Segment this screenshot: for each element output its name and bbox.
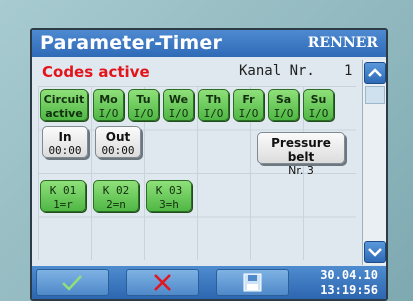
- time-out-label: Out: [105, 130, 131, 144]
- day-name: Tu: [136, 93, 151, 106]
- date-text: 30.04.10: [320, 268, 378, 282]
- day-button-sa[interactable]: Sa I/O: [268, 89, 299, 121]
- code-id: K 01: [49, 184, 77, 197]
- kanal-number: 1: [344, 63, 353, 79]
- day-state: I/O: [133, 107, 154, 120]
- time-in-button[interactable]: In 00:00: [42, 126, 88, 158]
- kanal-label: Kanal Nr.: [239, 63, 315, 79]
- chevron-down-icon: [368, 248, 382, 257]
- vertical-scrollbar[interactable]: [362, 60, 386, 265]
- day-button-we[interactable]: We I/O: [163, 89, 194, 121]
- day-state: I/O: [238, 107, 259, 120]
- day-state: I/O: [98, 107, 119, 120]
- cross-icon: [154, 274, 171, 291]
- day-name: We: [168, 93, 189, 106]
- time-out-button[interactable]: Out 00:00: [95, 126, 141, 158]
- bottom-toolbar: 30.04.10 13:19:56: [32, 266, 386, 299]
- day-button-th[interactable]: Th I/O: [198, 89, 229, 121]
- brand-logo: RENNER: [307, 35, 378, 51]
- codes-active-status: Codes active: [42, 63, 150, 81]
- scroll-down-button[interactable]: [364, 241, 386, 263]
- save-button[interactable]: [216, 269, 289, 296]
- floppy-icon: [243, 273, 262, 292]
- pressure-belt-value: Nr. 3: [288, 164, 314, 177]
- code-id: K 02: [102, 184, 130, 197]
- scroll-up-button[interactable]: [364, 62, 386, 84]
- day-button-tu[interactable]: Tu I/O: [128, 89, 159, 121]
- day-name: Fr: [242, 93, 255, 106]
- day-state: I/O: [308, 107, 329, 120]
- confirm-button[interactable]: [36, 269, 109, 296]
- scroll-thumb[interactable]: [365, 86, 385, 104]
- title-bar: Parameter-Timer RENNER: [32, 30, 386, 57]
- time-in-value: 00:00: [48, 144, 82, 157]
- circuit-label-1: Circuit: [43, 93, 85, 106]
- circuit-active-button[interactable]: Circuit active: [40, 89, 88, 121]
- day-name: Sa: [275, 93, 292, 106]
- chevron-up-icon: [368, 68, 382, 77]
- cancel-button[interactable]: [126, 269, 199, 296]
- day-name: Th: [205, 93, 222, 106]
- day-state: I/O: [168, 107, 189, 120]
- datetime-display: 30.04.10 13:19:56: [320, 268, 378, 298]
- day-name: Mo: [99, 93, 118, 106]
- code-button-k01[interactable]: K 01 1=r: [40, 180, 86, 212]
- time-out-value: 00:00: [101, 144, 135, 157]
- day-state: I/O: [203, 107, 224, 120]
- timer-screen: Parameter-Timer RENNER Codes active Kana…: [30, 28, 388, 301]
- screen-title: Parameter-Timer: [40, 32, 223, 54]
- circuit-label-2: active: [45, 107, 83, 120]
- day-button-fr[interactable]: Fr I/O: [233, 89, 264, 121]
- code-id: K 03: [155, 184, 183, 197]
- code-value: 1=r: [53, 198, 73, 211]
- day-state: I/O: [273, 107, 294, 120]
- day-button-su[interactable]: Su I/O: [303, 89, 334, 121]
- pressure-belt-button[interactable]: Pressure belt Nr. 3: [257, 132, 345, 177]
- day-name: Su: [310, 93, 327, 106]
- code-button-k03[interactable]: K 03 3=h: [146, 180, 192, 212]
- time-in-label: In: [58, 130, 72, 144]
- code-value: 3=h: [159, 198, 179, 211]
- code-button-k02[interactable]: K 02 2=n: [93, 180, 139, 212]
- pressure-belt-label: Pressure belt: [271, 136, 331, 164]
- day-button-mo[interactable]: Mo I/O: [93, 89, 124, 121]
- checkmark-icon: [62, 275, 82, 291]
- code-value: 2=n: [106, 198, 126, 211]
- time-text: 13:19:56: [320, 283, 378, 297]
